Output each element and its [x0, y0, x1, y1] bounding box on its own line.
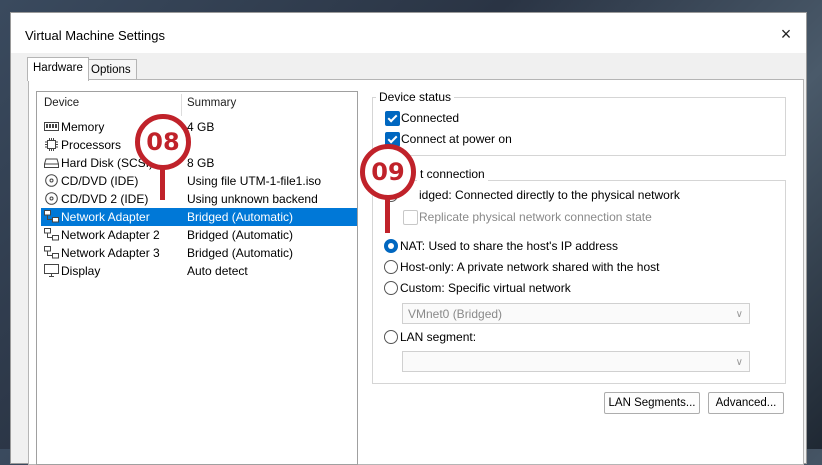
device-row-network-adapter-3[interactable]: Network Adapter 3 Bridged (Automatic) — [41, 244, 357, 262]
bridged-label[interactable]: idged: Connected directly to the physica… — [419, 188, 680, 202]
cd-dvd-icon — [45, 174, 58, 187]
summary-column-header[interactable]: Summary — [187, 97, 236, 109]
device-name: Display — [61, 264, 101, 278]
device-row-memory[interactable]: Memory 4 GB — [41, 118, 357, 136]
window-title: Virtual Machine Settings — [25, 28, 165, 43]
nat-radio[interactable] — [384, 239, 398, 253]
custom-radio[interactable] — [384, 281, 398, 295]
settings-window: Virtual Machine Settings × Hardware Opti… — [10, 12, 807, 465]
device-summary: Auto detect — [187, 264, 248, 278]
replicate-state-label[interactable]: Replicate physical network connection st… — [419, 210, 652, 224]
device-summary: Using file UTM-1-file1.iso — [187, 174, 322, 188]
tab-options[interactable]: Options — [85, 59, 137, 80]
device-column-header[interactable]: Device — [44, 97, 79, 109]
custom-label[interactable]: Custom: Specific virtual network — [400, 281, 571, 295]
device-name: Network Adapter 2 — [61, 228, 160, 242]
device-row-display[interactable]: Display Auto detect — [41, 262, 357, 280]
column-divider — [181, 94, 182, 116]
device-name: CD/DVD (IDE) — [61, 174, 139, 188]
lan-segment-label[interactable]: LAN segment: — [400, 330, 476, 344]
device-row-network-adapter[interactable]: Network Adapter Bridged (Automatic) — [41, 208, 357, 226]
network-connection-title: t connection — [417, 167, 488, 181]
replicate-state-checkbox[interactable] — [403, 210, 418, 225]
connect-at-power-on-label[interactable]: Connect at power on — [401, 132, 512, 146]
advanced-button[interactable]: Advanced... — [708, 392, 784, 414]
device-row-cd-dvd[interactable]: CD/DVD (IDE) Using file UTM-1-file1.iso — [41, 172, 357, 190]
network-adapter-icon — [44, 246, 59, 259]
device-summary: Bridged (Automatic) — [187, 228, 294, 242]
device-name: CD/DVD 2 (IDE) — [61, 192, 149, 206]
connected-label[interactable]: Connected — [401, 111, 459, 125]
processor-icon — [45, 138, 58, 151]
lan-segments-button[interactable]: LAN Segments... — [604, 392, 700, 414]
device-summary: 8 GB — [187, 156, 215, 170]
device-name: Network Adapter — [59, 210, 152, 224]
device-summary: Bridged (Automatic) — [187, 246, 294, 260]
custom-network-select[interactable]: VMnet0 (Bridged) ∨ — [402, 303, 750, 324]
display-icon — [44, 264, 59, 277]
network-adapter-icon — [44, 210, 59, 223]
device-name: Memory — [61, 120, 105, 134]
device-row-hard-disk[interactable]: Hard Disk (SCSI) 8 GB — [41, 154, 357, 172]
lan-segment-select[interactable]: ∨ — [402, 351, 750, 372]
memory-icon — [44, 122, 59, 131]
chevron-down-icon: ∨ — [735, 309, 743, 320]
device-summary: Bridged (Automatic) — [187, 210, 294, 224]
device-summary: Using unknown backend — [187, 192, 318, 206]
device-status-title: Device status — [376, 90, 455, 104]
hard-disk-icon — [44, 158, 59, 168]
host-only-radio[interactable] — [384, 260, 398, 274]
custom-network-value: VMnet0 (Bridged) — [408, 307, 503, 321]
callout-08-badge: 08 — [135, 114, 191, 170]
cd-dvd-icon — [45, 192, 58, 205]
device-row-cd-dvd-2[interactable]: CD/DVD 2 (IDE) Using unknown backend — [41, 190, 357, 208]
connected-checkbox[interactable] — [385, 111, 400, 126]
lan-segment-radio[interactable] — [384, 330, 398, 344]
device-row-network-adapter-2[interactable]: Network Adapter 2 Bridged (Automatic) — [41, 226, 357, 244]
device-status-group — [372, 97, 786, 156]
title-bar: Virtual Machine Settings × — [11, 13, 806, 53]
device-summary: 4 GB — [187, 120, 215, 134]
host-only-label[interactable]: Host-only: A private network shared with… — [400, 260, 659, 274]
device-list[interactable]: Device Summary Memory 4 GB Processors Ha… — [36, 91, 358, 465]
device-name: Network Adapter 3 — [61, 246, 160, 260]
device-row-processors[interactable]: Processors — [41, 136, 357, 154]
tab-hardware[interactable]: Hardware — [27, 57, 89, 81]
chevron-down-icon: ∨ — [735, 357, 743, 368]
network-adapter-icon — [44, 228, 59, 241]
device-name: Processors — [61, 138, 122, 152]
callout-09-badge: 09 — [360, 144, 416, 200]
nat-label[interactable]: NAT: Used to share the host's IP address — [400, 239, 618, 253]
close-icon[interactable]: × — [775, 23, 797, 45]
